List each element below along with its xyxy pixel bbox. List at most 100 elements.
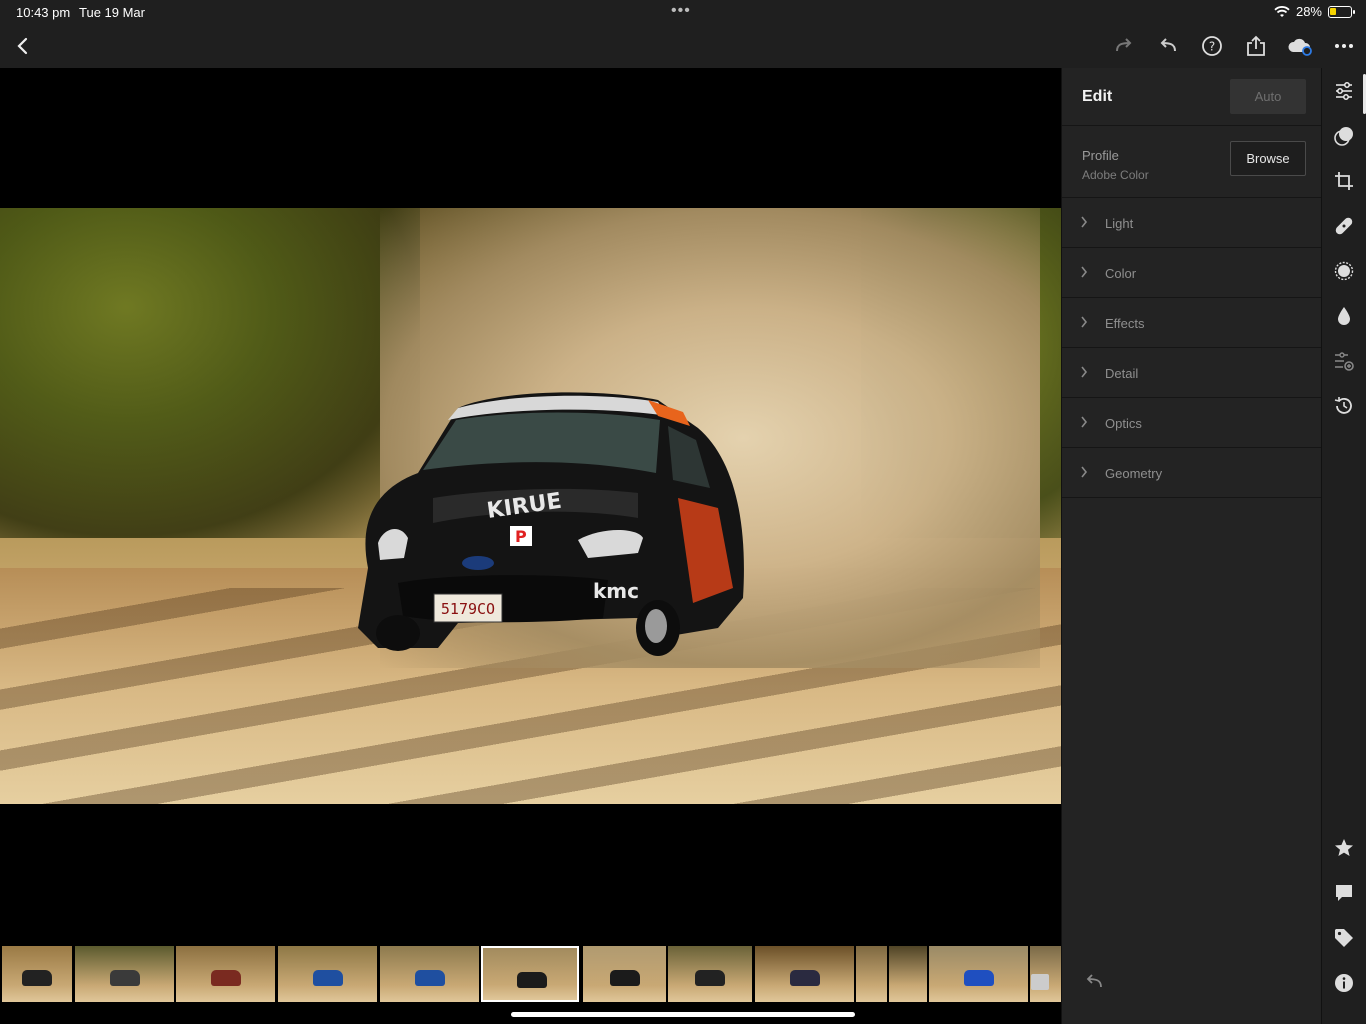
filmstrip-thumbnail[interactable] xyxy=(176,946,275,1002)
chevron-right-icon xyxy=(1081,216,1088,228)
profile-label: Profile xyxy=(1082,148,1119,163)
browse-button[interactable]: Browse xyxy=(1230,141,1306,176)
thumbnail-car xyxy=(415,970,445,986)
thumbnail-car xyxy=(313,970,343,986)
section-optics[interactable]: Optics xyxy=(1062,398,1321,448)
help-button[interactable]: ? xyxy=(1198,32,1226,60)
share-icon xyxy=(1247,35,1265,56)
profile-value: Adobe Color xyxy=(1082,168,1149,182)
redo-button[interactable] xyxy=(1110,32,1138,60)
filmstrip-thumbnail[interactable] xyxy=(889,946,927,1002)
thumbnail-car xyxy=(22,970,52,986)
thumbnail-image xyxy=(889,946,927,1002)
auto-button[interactable]: Auto xyxy=(1230,79,1306,114)
filmstrip-thumbnail[interactable] xyxy=(2,946,72,1002)
versions-button[interactable] xyxy=(1333,350,1355,372)
filmstrip-thumbnail[interactable] xyxy=(75,946,174,1002)
blur-icon xyxy=(1338,307,1350,325)
battery-icon xyxy=(1328,5,1355,18)
info-icon xyxy=(1335,974,1353,992)
star-icon xyxy=(1335,839,1353,856)
edit-sliders-button[interactable] xyxy=(1333,80,1355,102)
chevron-right-icon xyxy=(1081,366,1088,378)
healing-button[interactable] xyxy=(1333,215,1355,237)
filmstrip-thumbnail-selected[interactable] xyxy=(481,946,579,1002)
section-light[interactable]: Light xyxy=(1062,198,1321,248)
filmstrip-thumbnail[interactable] xyxy=(380,946,479,1002)
history-button[interactable] xyxy=(1333,395,1355,417)
multitasking-dots-icon[interactable]: ••• xyxy=(671,2,691,20)
back-button[interactable] xyxy=(9,32,37,60)
healing-icon xyxy=(1335,217,1353,235)
keywords-button[interactable] xyxy=(1333,927,1355,949)
undo-icon xyxy=(1160,38,1176,52)
thumbnail-car xyxy=(610,970,640,986)
reset-icon[interactable] xyxy=(1084,974,1104,990)
section-label: Geometry xyxy=(1105,466,1163,481)
undo-button[interactable] xyxy=(1154,32,1182,60)
filmstrip-thumbnail[interactable] xyxy=(668,946,752,1002)
section-label: Light xyxy=(1105,216,1134,231)
battery-percent: 28% xyxy=(1295,4,1322,19)
rally-car-image: KIRUE P 5179CO kmc xyxy=(358,392,744,656)
filmstrip-thumbnail[interactable] xyxy=(278,946,377,1002)
chevron-right-icon xyxy=(1081,266,1088,278)
edit-panel: Edit Auto Profile Adobe Color Browse Lig… xyxy=(1061,68,1321,1024)
blur-button[interactable] xyxy=(1333,305,1355,327)
filmstrip-thumbnail[interactable] xyxy=(856,946,887,1002)
thumbnail-image xyxy=(856,946,887,1002)
filmstrip-thumbnail[interactable] xyxy=(929,946,1028,1002)
chevron-right-icon xyxy=(1081,466,1088,478)
comment-icon xyxy=(1336,885,1352,901)
thumbnail-car xyxy=(790,970,820,986)
rating-button[interactable] xyxy=(1333,837,1355,859)
license-plate-text: 5179CO xyxy=(441,600,495,618)
versions-icon xyxy=(1335,352,1354,371)
svg-text:P: P xyxy=(515,527,527,546)
section-detail[interactable]: Detail xyxy=(1062,348,1321,398)
section-label: Optics xyxy=(1105,416,1142,431)
tool-strip xyxy=(1321,68,1366,1024)
crop-icon xyxy=(1335,172,1353,190)
wifi-icon xyxy=(1274,5,1290,17)
chevron-right-icon xyxy=(1081,416,1088,428)
status-right: 28% xyxy=(1274,4,1355,19)
status-bar: 10:43 pm Tue 19 Mar ••• 28% xyxy=(0,0,1366,24)
masking-icon xyxy=(1334,261,1354,281)
chevron-left-icon xyxy=(17,37,28,55)
masking-button[interactable] xyxy=(1333,260,1355,282)
svg-text:?: ? xyxy=(1209,40,1215,54)
profile-row[interactable]: Profile Adobe Color Browse xyxy=(1062,126,1321,198)
filmstrip-filter-icon[interactable] xyxy=(1031,974,1049,990)
info-button[interactable] xyxy=(1333,972,1355,994)
top-toolbar: ? xyxy=(0,24,1366,68)
history-icon xyxy=(1334,397,1352,414)
crop-button[interactable] xyxy=(1333,170,1355,192)
presets-icon xyxy=(1334,127,1353,146)
thumbnail-car xyxy=(695,970,725,986)
thumbnail-car xyxy=(964,970,994,986)
edit-panel-title: Edit xyxy=(1082,88,1113,105)
thumbnail-car xyxy=(517,972,547,988)
section-color[interactable]: Color xyxy=(1062,248,1321,298)
chevron-right-icon xyxy=(1081,316,1088,328)
edit-panel-header: Edit Auto xyxy=(1062,68,1321,126)
section-effects[interactable]: Effects xyxy=(1062,298,1321,348)
cloud-sync-icon xyxy=(1288,38,1312,56)
section-geometry[interactable]: Geometry xyxy=(1062,448,1321,498)
home-indicator[interactable] xyxy=(511,1012,855,1017)
thumbnail-car xyxy=(211,970,241,986)
main-photo[interactable]: KIRUE P 5179CO kmc xyxy=(0,208,1061,804)
more-button[interactable] xyxy=(1330,32,1358,60)
help-icon: ? xyxy=(1202,36,1222,56)
comments-button[interactable] xyxy=(1333,882,1355,904)
edit-sections: Light Color Effects Detail Optics Geomet… xyxy=(1062,198,1321,498)
filmstrip-thumbnail[interactable] xyxy=(755,946,854,1002)
share-button[interactable] xyxy=(1242,32,1270,60)
presets-button[interactable] xyxy=(1333,125,1355,147)
filmstrip-thumbnail[interactable] xyxy=(583,946,666,1002)
photo-canvas[interactable]: KIRUE P 5179CO kmc xyxy=(0,68,1061,942)
kmc-decal: kmc xyxy=(593,579,639,603)
cloud-sync-button[interactable] xyxy=(1286,32,1314,60)
thumbnail-car xyxy=(110,970,140,986)
